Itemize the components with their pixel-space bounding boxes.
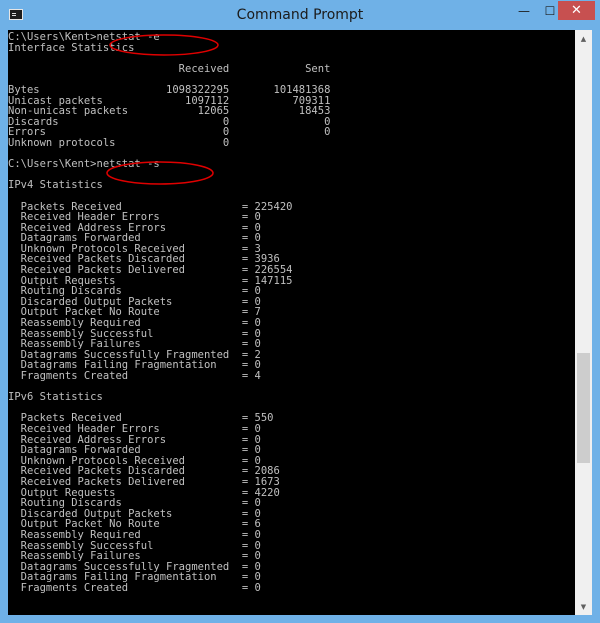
console-line: IPv6 Statistics [8,391,103,404]
title-bar[interactable]: Command Prompt — ☐ ✕ [0,0,600,30]
arrow-down-icon[interactable]: ▼ [575,598,592,615]
minimize-button[interactable]: — [511,1,537,20]
console-output[interactable]: C:\Users\Kent>netstat -e Interface Stati… [8,30,575,615]
console-line: C:\Users\Kent>netstat -s [8,158,160,171]
arrow-up-icon[interactable]: ▲ [575,30,592,47]
console-line: Interface Statistics [8,41,135,54]
console-text: C:\Users\Kent>netstat -e Interface Stati… [8,30,575,593]
vertical-scrollbar[interactable]: ▲ ▼ [575,30,592,615]
window-title: Command Prompt [236,7,364,23]
console-line: Fragments Created = 4 [8,370,261,382]
console-line: Fragments Created = 0 [8,581,261,594]
console-line: Received Sent [8,62,331,75]
close-button[interactable]: ✕ [558,1,595,20]
scrollbar-thumb[interactable] [577,353,590,463]
console-line: IPv4 Statistics [8,179,103,192]
console-line: Unknown protocols 0 [8,136,230,149]
command-prompt-window: Command Prompt — ☐ ✕ C:\Users\Kent>netst… [0,0,600,623]
